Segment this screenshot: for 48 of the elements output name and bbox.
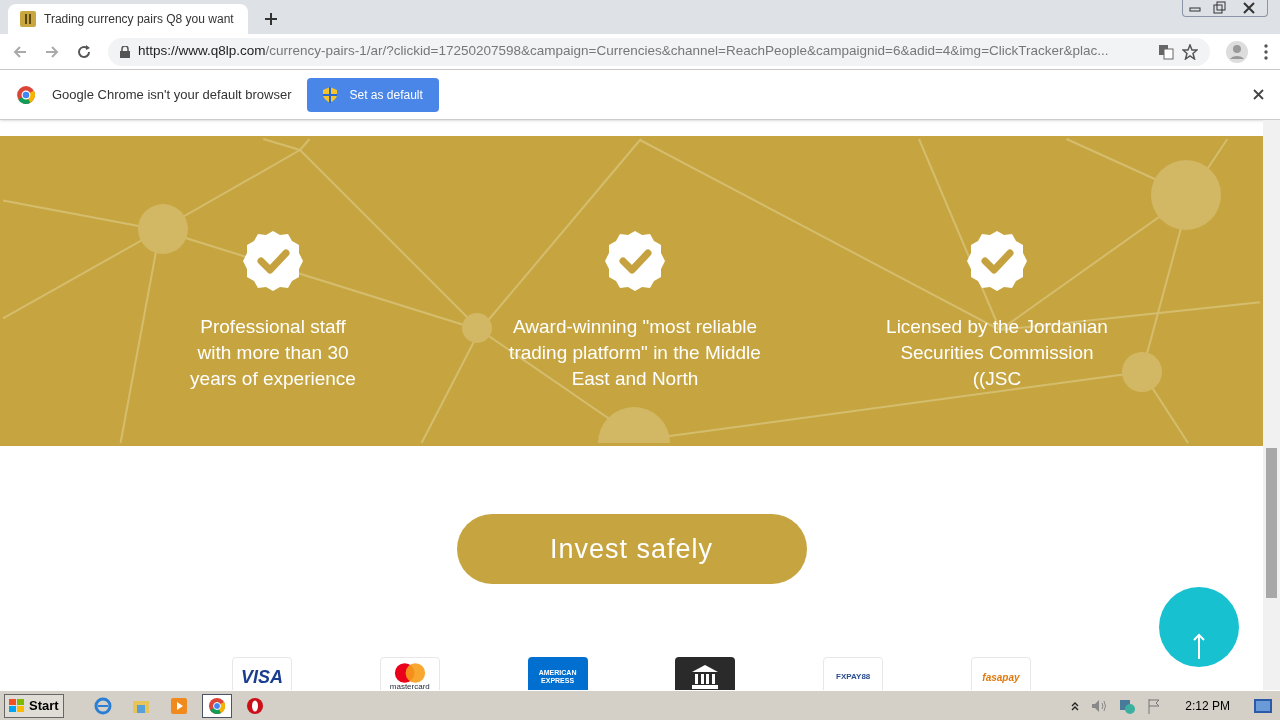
network-node: [598, 407, 670, 443]
feature-text: Professional staff with more than 30 years of experience: [189, 315, 357, 391]
clock: 2:12 PM: [1185, 697, 1230, 715]
close-icon[interactable]: [1253, 89, 1264, 100]
back-icon[interactable]: [12, 43, 28, 60]
reload-icon[interactable]: [76, 43, 92, 60]
browser-tab[interactable]: Trading currency pairs Q8 you want: [8, 4, 248, 34]
set-default-button[interactable]: Set as default: [307, 77, 439, 112]
chrome-icon: [207, 696, 226, 715]
infobar-message: Google Chrome isn't your default browser: [52, 85, 292, 104]
check-badge-icon: [242, 230, 304, 292]
network-node: [462, 313, 492, 343]
fxpay-logo: FXPAY88: [823, 657, 884, 690]
chrome-icon: [16, 84, 36, 105]
visa-logo: VISA: [232, 657, 292, 690]
play-icon: [169, 696, 188, 715]
taskbar-app[interactable]: [201, 693, 232, 718]
opera-icon: [245, 696, 264, 715]
profile-icon[interactable]: [1226, 40, 1248, 63]
start-button[interactable]: Start: [4, 693, 64, 718]
arrow-up-icon: [1193, 633, 1205, 659]
fasapay-logo: fasapay: [971, 657, 1031, 690]
check-badge-icon: [604, 230, 666, 292]
flag-icon[interactable]: [1147, 697, 1162, 714]
network-icon[interactable]: [1119, 697, 1136, 714]
address-field[interactable]: https://www.q8lp.com/currency-pairs-1/ar/?clickid=17250207598&campaign=Currencies&channel=ReachPeople&campaignid=6&adid=4&img=ClickTracker&plac...: [108, 37, 1210, 66]
check-badge-icon: [966, 230, 1028, 292]
windows-logo-icon: [9, 698, 25, 713]
mastercard-logo: mastercard: [379, 657, 440, 690]
forward-icon[interactable]: [44, 43, 60, 60]
star-icon[interactable]: [1182, 43, 1198, 60]
url-text: https://www.q8lp.com/currency-pairs-1/ar/?clickid=17250207598&campaign=Currencies&channel=ReachPeople&campaignid=6&adid=4&img=ClickTracker&plac...: [138, 42, 1110, 61]
speaker-icon[interactable]: [1091, 698, 1108, 713]
browser-e-icon: [93, 696, 112, 715]
tray-expand-icon[interactable]: [1071, 700, 1080, 711]
site-favicon: [20, 11, 36, 27]
tab-title: Trading currency pairs Q8 you want: [44, 11, 234, 28]
translate-icon[interactable]: [1158, 43, 1174, 60]
network-node: [138, 204, 188, 254]
network-node: [1122, 352, 1162, 392]
network-node: [1151, 160, 1221, 230]
show-desktop-icon[interactable]: [1254, 698, 1272, 713]
menu-icon[interactable]: [1264, 43, 1268, 60]
feature-text: Award-winning "most reliable trading platform" in the Middle East and North: [508, 315, 762, 391]
new-tab-icon[interactable]: [264, 12, 278, 26]
shield-icon: [323, 86, 338, 103]
lock-icon: [120, 45, 130, 58]
feature-text: Licensed by the Jordanian Securities Commission ((JSC: [885, 315, 1109, 391]
